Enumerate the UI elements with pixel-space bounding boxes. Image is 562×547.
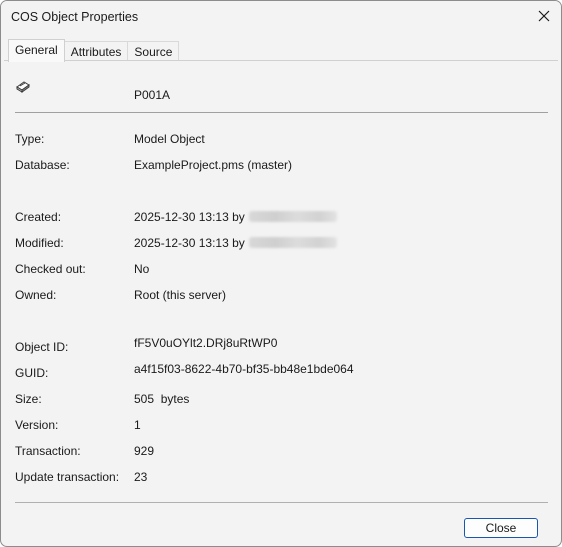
transaction-value: 929 bbox=[134, 444, 155, 458]
owned-label: Owned: bbox=[15, 288, 57, 302]
tab-general[interactable]: General bbox=[8, 39, 65, 62]
modified-label: Modified: bbox=[15, 236, 64, 250]
type-label: Type: bbox=[15, 132, 45, 146]
checked-out-row: Checked out: No bbox=[15, 262, 548, 278]
owned-value: Root (this server) bbox=[134, 288, 227, 302]
object-id-row: Object ID: fF5V0uOYlt2.DRj8uRtWP0 bbox=[15, 336, 548, 356]
close-button[interactable]: Close bbox=[464, 518, 538, 538]
created-label: Created: bbox=[15, 210, 62, 224]
update-transaction-value: 23 bbox=[134, 470, 148, 484]
header-divider bbox=[15, 112, 548, 113]
guid-value[interactable]: a4f15f03-8622-4b70-bf35-bb48e1bde064 bbox=[134, 362, 354, 376]
window-title: COS Object Properties bbox=[11, 10, 139, 24]
object-id-label: Object ID: bbox=[15, 340, 69, 354]
guid-row: GUID: a4f15f03-8622-4b70-bf35-bb48e1bde0… bbox=[15, 362, 548, 382]
database-value: ExampleProject.pms (master) bbox=[134, 158, 293, 172]
object-id-value[interactable]: fF5V0uOYlt2.DRj8uRtWP0 bbox=[134, 336, 277, 350]
database-label: Database: bbox=[15, 158, 70, 172]
modified-value: 2025-12-30 13:13 by bbox=[134, 236, 245, 250]
created-value: 2025-12-30 13:13 by bbox=[134, 210, 245, 224]
tab-source[interactable]: Source bbox=[127, 41, 180, 62]
modified-value-wrap: 2025-12-30 13:13 by bbox=[134, 236, 337, 250]
tab-attributes[interactable]: Attributes bbox=[63, 41, 129, 62]
properties-dialog: COS Object Properties General Attributes… bbox=[0, 0, 562, 547]
guid-label: GUID: bbox=[15, 366, 49, 380]
tab-strip: General Attributes Source bbox=[8, 39, 180, 62]
object-name: P001A bbox=[134, 88, 171, 102]
type-value: Model Object bbox=[134, 132, 205, 146]
type-row: Type: Model Object bbox=[15, 132, 548, 148]
size-value: 505 bytes bbox=[134, 392, 190, 406]
checked-out-label: Checked out: bbox=[15, 262, 86, 276]
created-row: Created: 2025-12-30 13:13 by bbox=[15, 210, 548, 226]
created-value-wrap: 2025-12-30 13:13 by bbox=[134, 210, 337, 224]
redacted-user-name bbox=[248, 237, 337, 249]
model-object-icon bbox=[15, 79, 31, 93]
transaction-row: Transaction: 929 bbox=[15, 444, 548, 460]
title-bar: COS Object Properties bbox=[1, 1, 561, 33]
update-transaction-row: Update transaction: 23 bbox=[15, 470, 548, 486]
version-label: Version: bbox=[15, 418, 59, 432]
size-label: Size: bbox=[15, 392, 42, 406]
footer-divider bbox=[15, 502, 548, 503]
checked-out-value: No bbox=[134, 262, 150, 276]
close-icon[interactable] bbox=[531, 4, 557, 28]
redacted-user-name bbox=[248, 211, 337, 223]
version-row: Version: 1 bbox=[15, 418, 548, 434]
modified-row: Modified: 2025-12-30 13:13 by bbox=[15, 236, 548, 252]
size-row: Size: 505 bytes bbox=[15, 392, 548, 408]
general-tab-panel bbox=[4, 60, 558, 504]
database-row: Database: ExampleProject.pms (master) bbox=[15, 158, 548, 174]
transaction-label: Transaction: bbox=[15, 444, 81, 458]
update-transaction-label: Update transaction: bbox=[15, 470, 120, 484]
version-value: 1 bbox=[134, 418, 141, 432]
owned-row: Owned: Root (this server) bbox=[15, 288, 548, 304]
